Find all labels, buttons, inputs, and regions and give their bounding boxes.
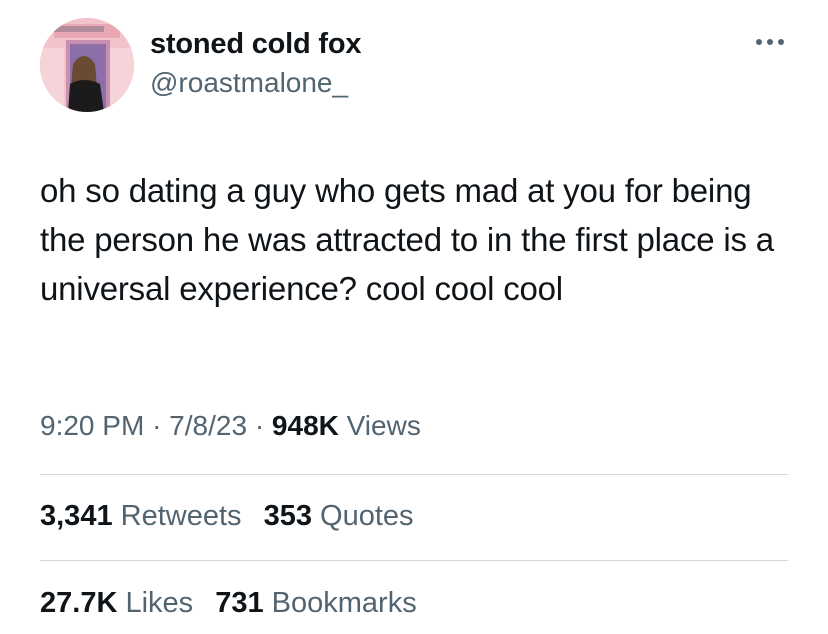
quotes-stat[interactable]: 353 Quotes	[264, 500, 414, 532]
stats-row-reactions: 27.7K Likes 731 Bookmarks	[40, 587, 431, 620]
meta-separator: ·	[152, 410, 162, 441]
quotes-count: 353	[263, 500, 312, 532]
retweets-label: Retweets	[120, 500, 242, 532]
likes-label: Likes	[125, 587, 194, 619]
author-handle[interactable]: @roastmalone_	[150, 67, 348, 99]
divider	[40, 474, 788, 475]
author-avatar[interactable]	[40, 18, 134, 112]
views-count: 948K	[271, 410, 339, 441]
retweets-count: 3,341	[40, 500, 113, 532]
tweet-card: stoned cold fox @roastmalone_ oh so dati…	[0, 0, 828, 634]
tweet-date[interactable]: 7/8/23	[169, 410, 247, 441]
divider	[40, 560, 788, 561]
avatar-photo-image	[40, 18, 134, 112]
stats-row-shares: 3,341 Retweets 353 Quotes	[40, 500, 428, 533]
retweets-stat[interactable]: 3,341 Retweets	[40, 500, 250, 532]
bookmarks-label: Bookmarks	[271, 587, 417, 619]
tweet-meta: 9:20 PM · 7/8/23 · 948K Views	[40, 410, 421, 442]
views-label: Views	[346, 410, 421, 441]
more-options-icon[interactable]	[752, 30, 788, 54]
author-display-name[interactable]: stoned cold fox	[150, 28, 361, 61]
likes-count: 27.7K	[40, 587, 118, 619]
meta-separator: ·	[254, 410, 265, 441]
bookmarks-count: 731	[215, 587, 264, 619]
tweet-text: oh so dating a guy who gets mad at you f…	[40, 172, 774, 307]
quotes-label: Quotes	[320, 500, 414, 532]
tweet-time[interactable]: 9:20 PM	[40, 410, 144, 441]
likes-stat[interactable]: 27.7K Likes	[40, 587, 201, 619]
bookmarks-stat[interactable]: 731 Bookmarks	[215, 587, 417, 619]
